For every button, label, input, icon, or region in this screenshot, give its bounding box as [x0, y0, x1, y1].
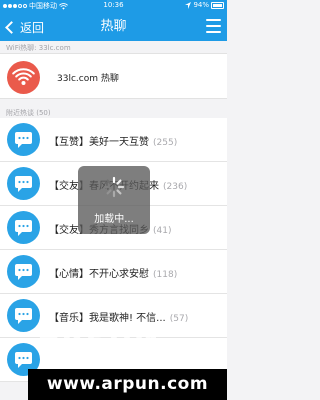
wifi-hotspot-item[interactable]: 33lc.com 热聊 — [0, 53, 227, 99]
status-bar: 中国移动 10:36 94% — [0, 0, 227, 12]
room-count: (41) — [153, 226, 172, 236]
watermark-url: www.arpun.com — [46, 374, 209, 394]
watermark-logo: ARPUN — [37, 318, 160, 353]
room-count: (118) — [153, 270, 178, 280]
room-title — [49, 353, 53, 364]
loading-text: 加载中... — [94, 214, 134, 225]
spinner-icon — [103, 176, 125, 198]
battery-percent: 94% — [193, 1, 209, 9]
nav-bar: 返回 热聊 — [0, 12, 227, 41]
room-title: 【互赞】美好一天互赞 (255) — [49, 137, 178, 148]
status-right: 94% — [185, 1, 224, 9]
chat-icon — [7, 299, 40, 332]
wifi-hotspot-name: 33lc.com 热聊 — [57, 74, 119, 84]
room-title: 【心情】不开心求安慰 (118) — [49, 269, 178, 280]
chat-icon — [7, 167, 40, 200]
wifi-icon — [7, 61, 40, 94]
chat-icon — [7, 211, 40, 244]
nearby-section-label: 附近热谈 (50) — [6, 109, 51, 117]
watermark-subtitle: 数码资讯 — [118, 356, 162, 369]
wifi-section-label: WiFi热聊: 33lc.com — [6, 44, 71, 52]
loading-overlay: 加载中... — [78, 166, 150, 234]
battery-icon — [211, 1, 224, 9]
menu-icon[interactable] — [206, 19, 221, 33]
room-count: (236) — [163, 182, 188, 192]
list-item[interactable]: 【互赞】美好一天互赞 (255) — [0, 118, 227, 162]
chat-icon — [7, 255, 40, 288]
page-title: 热聊 — [100, 19, 127, 34]
list-item[interactable]: 【心情】不开心求安慰 (118) — [0, 250, 227, 294]
room-count: (57) — [169, 314, 189, 324]
room-count: (255) — [153, 138, 178, 148]
chat-icon — [7, 123, 40, 156]
location-icon — [185, 1, 192, 9]
